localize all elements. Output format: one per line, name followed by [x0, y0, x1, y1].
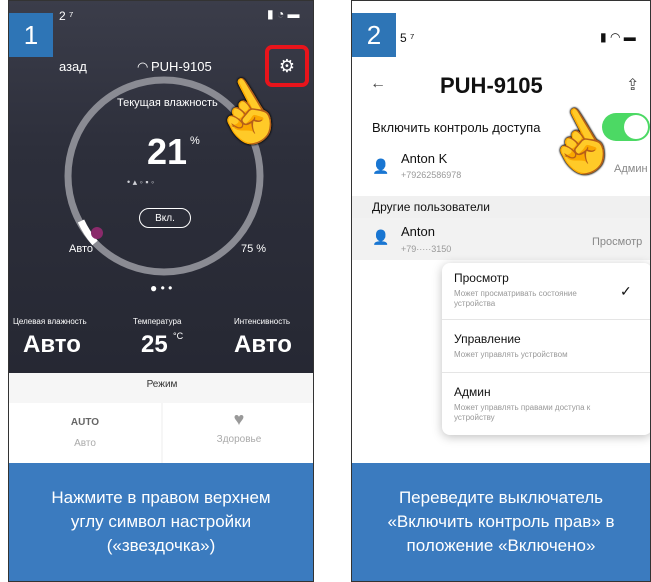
page-dots[interactable]: ● • •: [150, 281, 172, 295]
owner-phone: +79262586978: [401, 170, 462, 180]
step-badge: 1: [9, 13, 53, 57]
pointing-hand-icon: ☝: [530, 94, 629, 191]
menu-item-view[interactable]: Просмотр Может просматривать состояние у…: [442, 263, 650, 320]
step1-panel: 2 ⁷ ▮ ◔ ▬ азад ◠ PUH-9105 ⚙ Текущая влаж…: [8, 0, 314, 582]
step-caption: Переведите выключатель «Включить контрол…: [352, 463, 650, 581]
user-icon: 👤: [372, 158, 390, 174]
section-header: Другие пользователи: [352, 196, 650, 218]
metric-value[interactable]: Авто: [234, 331, 292, 359]
user-name: Anton: [401, 224, 435, 239]
mode-title: AUTO: [70, 417, 100, 428]
step2-panel: 5 ⁷ ▮ ◠ ▬ ← PUH-9105 ⇪ Включить контроль…: [351, 0, 651, 582]
menu-item-admin[interactable]: Админ Может управлять правами доступа к …: [442, 373, 650, 433]
ring-right-label: 75 %: [241, 243, 267, 255]
humidity-unit: %: [190, 135, 200, 147]
owner-name: Anton K: [401, 151, 448, 166]
menu-item-title: Просмотр: [454, 271, 509, 285]
menu-item-title: Управление: [454, 332, 521, 346]
role-menu: Просмотр Может просматривать состояние у…: [442, 263, 650, 435]
status-time: 2 ⁷: [59, 9, 74, 23]
mode-auto[interactable]: AUTO Авто: [9, 403, 161, 463]
user-phone: +79·····3150: [401, 244, 452, 254]
power-button[interactable]: Вкл.: [139, 208, 191, 228]
access-toggle-label: Включить контроль доступа: [372, 120, 541, 135]
mode-section: Режим AUTO Авто ♥ Здоровье: [9, 373, 313, 463]
menu-item-control[interactable]: Управление Может управлять устройством: [442, 320, 650, 373]
metric-value[interactable]: 25: [141, 331, 168, 359]
heart-pulse-icon: ♥: [233, 409, 245, 429]
menu-item-desc: Может просматривать состояние устройства: [454, 289, 577, 308]
humidifier-screen: 2 ⁷ ▮ ◔ ▬ азад ◠ PUH-9105 ⚙ Текущая влаж…: [9, 1, 313, 373]
mode-health[interactable]: ♥ Здоровье: [163, 403, 313, 463]
metric-label: Интенсивность: [234, 317, 291, 326]
metric-label: Целевая влажность: [13, 317, 87, 326]
step-caption: Нажмите в правом верхнем углу символ нас…: [9, 463, 313, 581]
status-icons: ▮ ◠ ▬: [600, 30, 636, 44]
user-row[interactable]: 👤 Anton +79·····3150 Просмотр: [352, 218, 650, 260]
humidity-value: 21: [147, 131, 188, 172]
status-icons: ▮ ◔ ▬: [267, 7, 300, 21]
metric-label: Температура: [133, 317, 182, 326]
back-arrow-icon[interactable]: ←: [370, 75, 386, 93]
ring-left-label: Авто: [69, 243, 93, 255]
mode-label: Авто: [74, 438, 96, 449]
share-icon[interactable]: ⇪: [626, 75, 639, 95]
ring-handle: [91, 227, 103, 239]
mode-header: Режим: [146, 379, 178, 390]
status-time: 5 ⁷: [400, 31, 415, 45]
user-role[interactable]: Просмотр: [592, 236, 642, 248]
mode-label: Здоровье: [216, 434, 262, 445]
owner-role: Админ: [614, 163, 648, 175]
gear-icon: ⚙: [278, 55, 296, 76]
user-icon: 👤: [372, 229, 390, 245]
caption-text: Нажмите в правом верхнем углу символ нас…: [51, 488, 271, 555]
menu-item-title: Админ: [454, 385, 491, 399]
metric-unit: °C: [173, 331, 184, 341]
indicator-icons: • ▴ ◦ ▪ ◦: [127, 177, 155, 187]
menu-item-desc: Может управлять устройством: [454, 350, 568, 359]
checkmark-icon: ✓: [620, 283, 632, 299]
step-badge: 2: [352, 13, 396, 57]
caption-text: Переведите выключатель «Включить контрол…: [387, 488, 615, 555]
page-title: PUH-9105: [440, 73, 543, 98]
menu-item-desc: Может управлять правами доступа к устрой…: [454, 403, 591, 422]
metric-value[interactable]: Авто: [23, 331, 81, 359]
